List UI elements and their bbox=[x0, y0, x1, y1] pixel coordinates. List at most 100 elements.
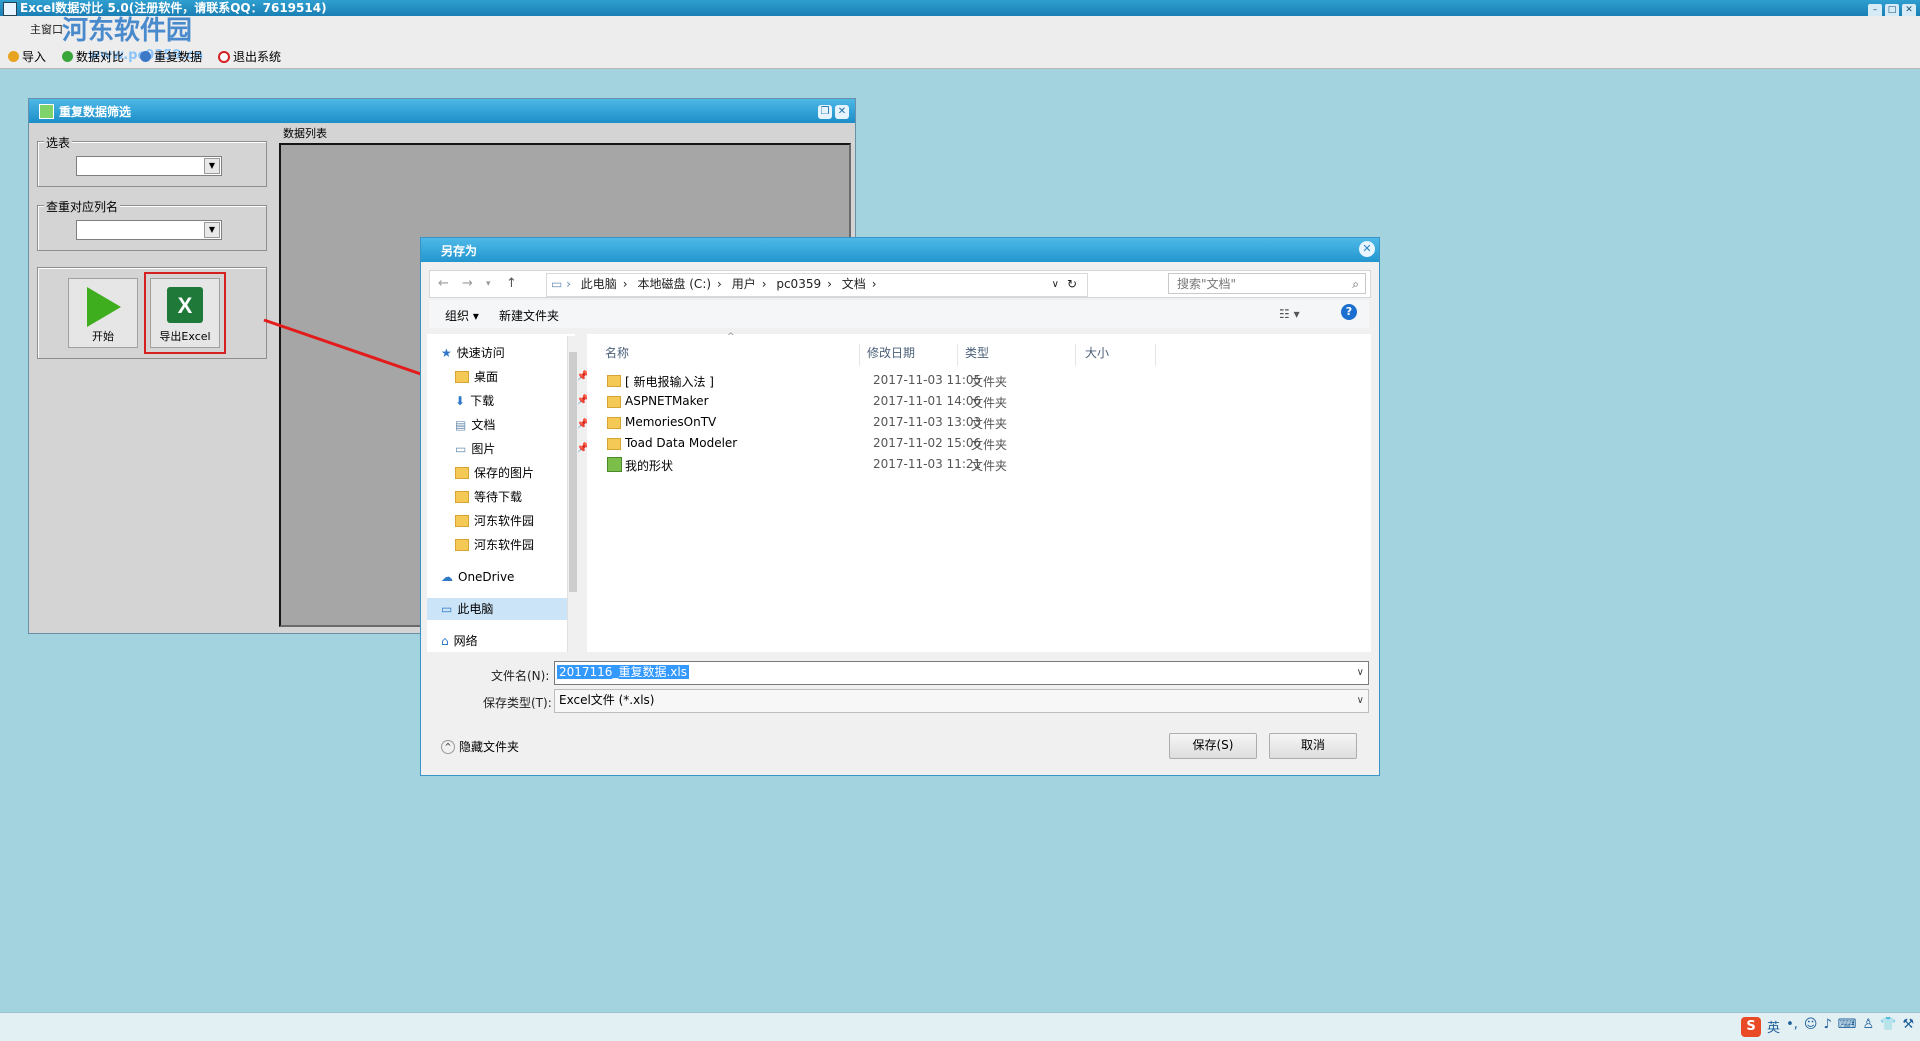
user-icon[interactable]: ♙ bbox=[1863, 1017, 1875, 1037]
sogou-ime-icon[interactable]: S bbox=[1741, 1017, 1762, 1037]
app-title-bar: Excel数据对比 5.0(注册软件，请联系QQ：7619514) – □ ✕ bbox=[0, 0, 1920, 17]
app-title: Excel数据对比 5.0(注册软件，请联系QQ：7619514) bbox=[20, 1, 327, 15]
chevron-down-icon[interactable]: ∨ bbox=[1052, 274, 1059, 295]
file-list: 名称 ^ 修改日期 类型 大小 [ 新电报输入法 ] 2017-11-03 11… bbox=[587, 332, 1371, 652]
list-item[interactable]: MemoriesOnTV 2017-11-03 13:03 文件夹 bbox=[587, 412, 1371, 432]
filetype-select[interactable]: Excel文件 (*.xls) ∨ bbox=[554, 689, 1369, 713]
toolbar-exit-button[interactable]: 退出系统 bbox=[218, 48, 281, 65]
window-icon bbox=[39, 104, 54, 119]
breadcrumb-users[interactable]: 用户 bbox=[732, 277, 756, 291]
dialog-title-bar: 另存为 ✕ bbox=[421, 238, 1379, 262]
refresh-icon[interactable]: ↻ bbox=[1067, 274, 1077, 295]
microphone-icon[interactable]: ♪ bbox=[1823, 1017, 1831, 1037]
filename-input[interactable]: 2017116_重复数据.xls ∨ bbox=[554, 661, 1369, 685]
duplicate-icon bbox=[140, 51, 152, 62]
chevron-down-icon[interactable]: ▼ bbox=[204, 158, 220, 174]
nav-scrollbar[interactable] bbox=[567, 336, 578, 652]
cancel-button[interactable]: 取消 bbox=[1269, 733, 1357, 759]
folder-icon bbox=[455, 515, 469, 527]
skin-icon[interactable]: 👕 bbox=[1880, 1017, 1896, 1037]
chevron-down-icon[interactable]: ∨ bbox=[1357, 690, 1364, 711]
close-icon[interactable]: ✕ bbox=[835, 105, 849, 119]
chevron-up-icon: ^ bbox=[441, 739, 455, 754]
new-folder-button[interactable]: 新建文件夹 bbox=[499, 307, 559, 324]
column-header-size[interactable]: 大小 bbox=[1085, 344, 1156, 366]
computer-icon: ▭ bbox=[441, 602, 453, 616]
toolbar-compare-button[interactable]: 数据对比 bbox=[62, 48, 124, 65]
picture-icon: ▭ bbox=[455, 442, 467, 456]
breadcrumb-drive[interactable]: 本地磁盘 (C:) bbox=[637, 277, 711, 291]
export-excel-button[interactable]: X 导出Excel bbox=[144, 272, 226, 354]
nav-quick-access[interactable]: ★ 快速访问 bbox=[441, 342, 579, 364]
folder-icon bbox=[455, 467, 469, 479]
select-table-group: 选表 ▼ bbox=[37, 134, 267, 187]
watermark-logo: 河东软件园 bbox=[62, 16, 193, 46]
svg-text:X: X bbox=[178, 293, 193, 318]
toolbar-duplicate-button[interactable]: 重复数据 bbox=[140, 48, 202, 65]
search-icon: ⌕ bbox=[1352, 277, 1359, 291]
download-icon: ⬇ bbox=[455, 394, 466, 408]
start-button[interactable]: 开始 bbox=[68, 278, 138, 348]
hide-folders-toggle[interactable]: ^ 隐藏文件夹 bbox=[441, 738, 519, 755]
emoji-icon[interactable]: ☺ bbox=[1804, 1017, 1818, 1037]
filename-label: 文件名(N): bbox=[491, 669, 550, 683]
main-toolbar: 主窗口 河东软件园 www.pc0359.cn 导入 数据对比 重复数据 退出系… bbox=[0, 16, 1920, 69]
search-input[interactable]: 搜索"文档" ⌕ bbox=[1168, 273, 1366, 294]
back-icon[interactable]: ← bbox=[438, 276, 449, 291]
breadcrumb-this-pc[interactable]: 此电脑 bbox=[581, 277, 617, 291]
folder-icon bbox=[607, 396, 621, 408]
forward-icon[interactable]: → bbox=[462, 276, 473, 291]
cloud-icon: ☁ bbox=[441, 570, 453, 584]
close-icon[interactable]: ✕ bbox=[1359, 241, 1375, 257]
breadcrumb-user[interactable]: pc0359 bbox=[776, 277, 821, 291]
document-icon: ▤ bbox=[455, 418, 467, 432]
breadcrumb-documents[interactable]: 文档 bbox=[842, 277, 866, 291]
help-icon[interactable]: ? bbox=[1341, 304, 1357, 320]
folder-icon bbox=[455, 371, 469, 383]
column-header-date[interactable]: 修改日期 bbox=[867, 344, 958, 366]
view-options-icon[interactable]: ☷ ▾ bbox=[1279, 307, 1300, 321]
pc-icon: ▭ › bbox=[551, 277, 571, 291]
punctuation-icon[interactable]: •, bbox=[1786, 1017, 1798, 1037]
compare-icon bbox=[62, 51, 74, 62]
list-item[interactable]: Toad Data Modeler 2017-11-02 15:06 文件夹 bbox=[587, 433, 1371, 453]
recent-icon[interactable]: ▾ bbox=[486, 279, 491, 289]
organize-button[interactable]: 组织 ▾ bbox=[445, 307, 479, 324]
play-icon bbox=[87, 287, 121, 327]
ime-language[interactable]: 英 bbox=[1767, 1017, 1780, 1037]
restore-icon[interactable]: ❐ bbox=[818, 105, 832, 119]
save-button[interactable]: 保存(S) bbox=[1169, 733, 1257, 759]
command-bar: 组织 ▾ 新建文件夹 ☷ ▾ ? bbox=[429, 300, 1369, 328]
nav-network[interactable]: ⌂ 网络 bbox=[441, 630, 579, 652]
action-group: 开始 X 导出Excel bbox=[37, 267, 267, 359]
network-icon: ⌂ bbox=[441, 634, 449, 648]
column-header-name[interactable]: 名称 bbox=[605, 344, 860, 366]
up-icon[interactable]: ↑ bbox=[506, 276, 517, 291]
address-bar: ← → ▾ ↑ ▭ › 此电脑 › 本地磁盘 (C:) › 用户 › pc0359 › … bbox=[429, 270, 1371, 298]
chevron-down-icon[interactable]: ▼ bbox=[204, 222, 220, 238]
list-item[interactable]: [ 新电报输入法 ] 2017-11-03 11:05 文件夹 bbox=[587, 370, 1371, 390]
nav-this-pc[interactable]: ▭ 此电脑 bbox=[427, 598, 567, 620]
filetype-label: 保存类型(T): bbox=[483, 696, 552, 710]
breadcrumb[interactable]: ▭ › 此电脑 › 本地磁盘 (C:) › 用户 › pc0359 › 文档 › ∨ ↻ bbox=[546, 273, 1088, 297]
status-bar: S 英 •, ☺ ♪ ⌨ ♙ 👕 ⚒ bbox=[0, 1012, 1920, 1041]
column-header-type[interactable]: 类型 bbox=[965, 344, 1076, 366]
menu-main-window[interactable]: 主窗口 bbox=[30, 21, 63, 37]
child-title: 重复数据筛选 bbox=[59, 105, 132, 119]
list-item[interactable]: ASPNETMaker 2017-11-01 14:06 文件夹 bbox=[587, 391, 1371, 411]
chevron-down-icon[interactable]: ∨ bbox=[1357, 662, 1364, 683]
select-table-combo[interactable]: ▼ bbox=[76, 156, 222, 176]
dialog-title: 另存为 bbox=[441, 244, 478, 258]
child-title-bar: 重复数据筛选 ❐ ✕ bbox=[29, 99, 855, 123]
nav-onedrive[interactable]: ☁ OneDrive bbox=[441, 566, 579, 588]
data-list-label: 数据列表 bbox=[283, 127, 327, 140]
tools-icon[interactable]: ⚒ bbox=[1902, 1017, 1914, 1037]
folder-icon bbox=[607, 375, 621, 387]
column-combo[interactable]: ▼ bbox=[76, 220, 222, 240]
app-icon bbox=[3, 2, 17, 16]
toolbar-import-button[interactable]: 导入 bbox=[8, 48, 46, 65]
keyboard-icon[interactable]: ⌨ bbox=[1838, 1017, 1857, 1037]
column-group: 查重对应列名 ▼ bbox=[37, 198, 267, 251]
list-item[interactable]: 我的形状 2017-11-03 11:21 文件夹 bbox=[587, 454, 1371, 474]
column-label: 查重对应列名 bbox=[44, 198, 121, 215]
